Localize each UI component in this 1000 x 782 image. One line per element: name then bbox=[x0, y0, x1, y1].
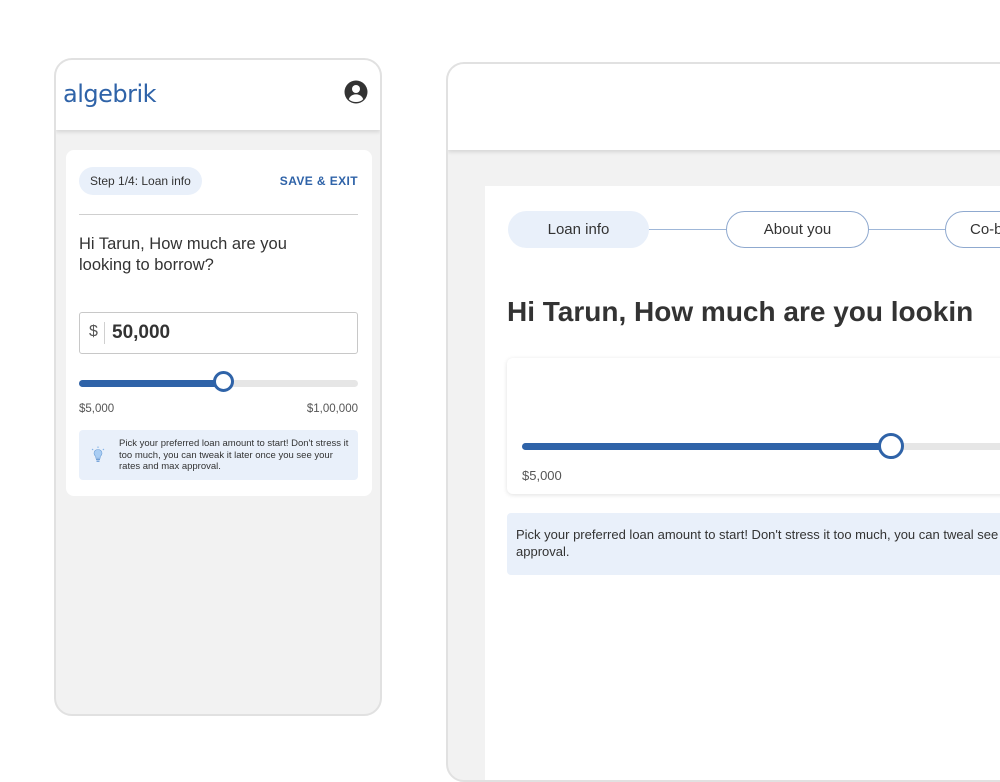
slider-min-label: $5,000 bbox=[522, 468, 562, 483]
slider-thumb[interactable] bbox=[213, 371, 234, 392]
slider-max-label: $1,00,000 bbox=[306, 403, 358, 415]
lightbulb-icon bbox=[91, 446, 105, 462]
slider-panel: $5,000 bbox=[507, 358, 1000, 494]
step-loan-info[interactable]: Loan info bbox=[508, 211, 649, 248]
slider-fill bbox=[79, 380, 225, 387]
loan-amount-value[interactable]: 50,000 bbox=[112, 322, 170, 344]
loan-amount-slider[interactable] bbox=[79, 371, 358, 392]
currency-symbol: $ bbox=[89, 323, 98, 340]
tip-text: Pick your preferred loan amount to start… bbox=[119, 438, 349, 472]
step-about-you[interactable]: About you bbox=[726, 211, 869, 248]
step-indicator: Step 1/4: Loan info bbox=[79, 167, 202, 195]
loan-amount-slider-desktop[interactable] bbox=[522, 433, 1000, 459]
question-heading: Hi Tarun, How much are you looking to bo… bbox=[79, 235, 287, 274]
slider-min-label: $5,000 bbox=[79, 403, 115, 415]
tip-box: Pick your preferred loan amount to start… bbox=[79, 430, 358, 480]
mobile-mockup: algebrik Step 1/4: Loan info SAVE & EXIT… bbox=[54, 58, 382, 716]
loan-info-card: Step 1/4: Loan info SAVE & EXIT Hi Tarun… bbox=[66, 150, 372, 496]
user-circle-icon[interactable] bbox=[344, 80, 368, 104]
currency-separator bbox=[104, 322, 105, 344]
slider-thumb[interactable] bbox=[878, 433, 904, 459]
desktop-header bbox=[448, 64, 1000, 150]
slider-fill bbox=[522, 443, 892, 450]
tip-box-desktop: Pick your preferred loan amount to start… bbox=[507, 513, 1000, 575]
divider bbox=[79, 214, 358, 215]
mobile-header: algebrik bbox=[56, 60, 380, 130]
step-co-borrower[interactable]: Co-b bbox=[945, 211, 1000, 248]
desktop-mockup: Loan info About you Co-b Hi Tarun, How m… bbox=[446, 62, 1000, 782]
loan-info-card-desktop: Loan info About you Co-b Hi Tarun, How m… bbox=[485, 186, 1000, 780]
tip-text: Pick your preferred loan amount to start… bbox=[516, 527, 1000, 559]
save-exit-button[interactable]: SAVE & EXIT bbox=[280, 174, 358, 188]
question-heading-desktop: Hi Tarun, How much are you lookin bbox=[507, 296, 974, 327]
loan-amount-input[interactable]: $ 50,000 bbox=[79, 312, 358, 354]
brand-logo[interactable]: algebrik bbox=[63, 80, 157, 108]
